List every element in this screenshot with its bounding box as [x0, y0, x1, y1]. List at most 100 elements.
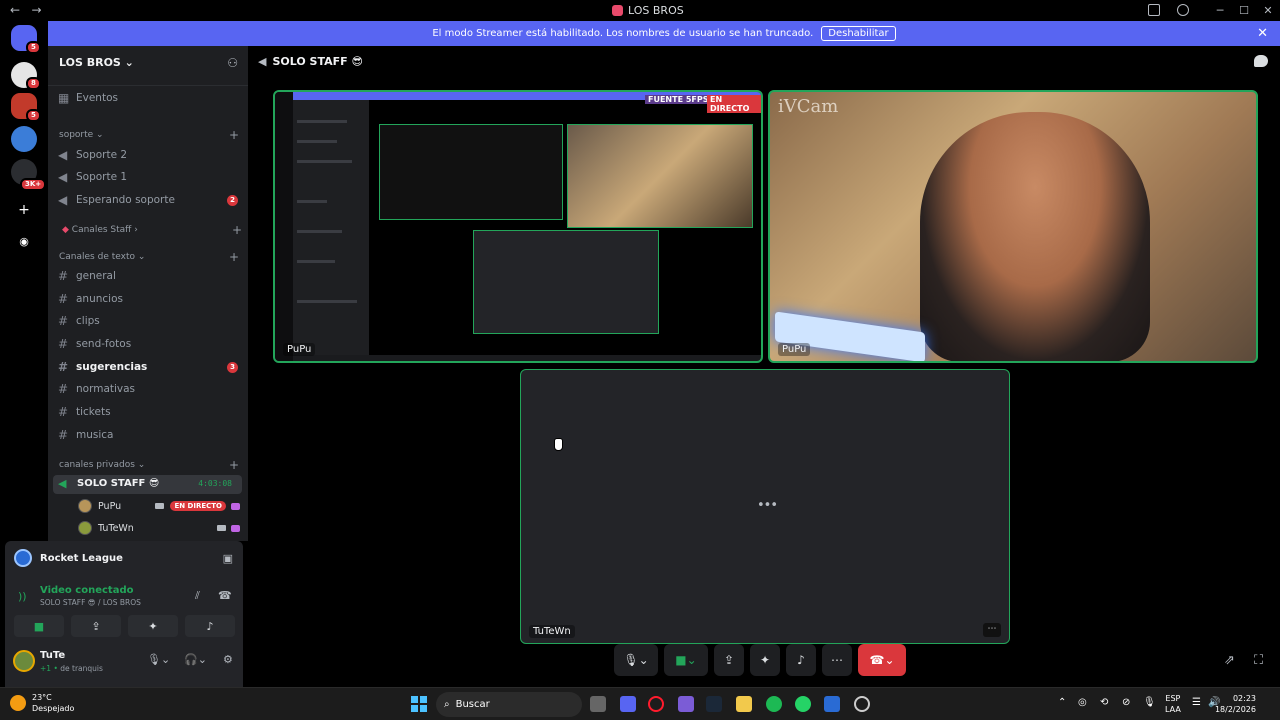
mic-button[interactable]: 🎙 ⌄	[614, 644, 658, 676]
popout-icon[interactable]: ⇗	[1224, 653, 1235, 668]
share-screen-control[interactable]: ⇪	[714, 644, 744, 676]
activities-control[interactable]: ✦	[750, 644, 780, 676]
add-server-icon[interactable]: +	[11, 197, 37, 223]
events-item[interactable]: ▦ Eventos	[58, 89, 244, 107]
text-channel-tickets[interactable]: # tickets	[58, 403, 244, 421]
divider	[48, 85, 248, 86]
text-channel-musica[interactable]: # musica	[58, 426, 244, 444]
camera-tile-pupu[interactable]: iVCam PuPu	[768, 90, 1258, 363]
rocket-league-taskbar-icon[interactable]	[824, 696, 840, 712]
user-name: TuTe	[40, 650, 66, 661]
tray-sync-icon[interactable]: ⟲	[1100, 697, 1108, 708]
channel-label: send-fotos	[76, 338, 132, 350]
avatar	[78, 499, 92, 513]
share-screen-button[interactable]: ⇪	[71, 615, 121, 637]
tray-chevron-icon[interactable]: ⌃	[1058, 697, 1066, 708]
copilot-icon[interactable]	[678, 696, 694, 712]
add-channel-icon[interactable]: +	[229, 128, 239, 142]
tile-username: PuPu	[283, 343, 316, 356]
soundboard-button[interactable]: ♪	[185, 615, 235, 637]
whatsapp-icon[interactable]	[795, 696, 811, 712]
start-button[interactable]	[411, 696, 427, 712]
voice-user-tutewn[interactable]: TuTeWn	[78, 519, 240, 537]
connection-status[interactable]: Video conectado	[40, 585, 133, 596]
voice-user-pupu[interactable]: PuPu EN DIRECTO	[78, 497, 240, 515]
discord-taskbar-icon[interactable]	[620, 696, 636, 712]
language-indicator[interactable]: ESP LAA	[1165, 693, 1181, 715]
headphones-icon[interactable]: 🎧⌄	[184, 653, 207, 666]
guild-name[interactable]: LOS BROS ⌄	[59, 56, 134, 69]
diamond-icon: ◆	[62, 225, 72, 235]
search-icon: ⌕	[444, 699, 450, 710]
fullscreen-icon[interactable]: ⛶	[1254, 653, 1263, 668]
category-soporte[interactable]: soporte ⌄ +	[59, 128, 239, 142]
category-canales-staff[interactable]: ◆ Canales Staff › +	[62, 223, 242, 237]
mini-video-2	[567, 124, 753, 228]
banner-close-icon[interactable]: ✕	[1257, 26, 1268, 41]
camera-button[interactable]: ■ ⌄	[664, 644, 708, 676]
text-channel-general[interactable]: # general	[58, 267, 244, 285]
tray-mic-icon[interactable]: 🎙	[1143, 697, 1156, 708]
chrome-icon[interactable]	[854, 696, 870, 712]
add-channel-icon[interactable]: +	[229, 458, 239, 472]
text-channel-normativas[interactable]: # normativas	[58, 380, 244, 398]
chat-icon[interactable]	[1254, 55, 1268, 67]
text-channel-sugerencias[interactable]: # sugerencias 3	[58, 358, 244, 376]
user-extra: +1 •	[40, 664, 58, 673]
user-area[interactable]: TuTe +1 • de tranquis 🎙⌄ 🎧⌄ ⚙	[13, 647, 238, 679]
add-channel-icon[interactable]: +	[232, 223, 242, 237]
speaker-icon: ◀	[58, 193, 68, 207]
server-icon-3[interactable]	[11, 126, 37, 152]
text-channel-send-fotos[interactable]: # send-fotos	[58, 335, 244, 353]
window-title-text: LOS BROS	[628, 4, 684, 17]
folder-icon[interactable]	[736, 696, 752, 712]
more-control[interactable]: ⋯	[822, 644, 852, 676]
add-channel-icon[interactable]: +	[229, 250, 239, 264]
mic-icon[interactable]: 🎙⌄	[147, 653, 170, 666]
maximize-button[interactable]: ☐	[1232, 0, 1256, 21]
text-channel-anuncios[interactable]: # anuncios	[58, 290, 244, 308]
search-box[interactable]: ⌕ Buscar	[436, 692, 582, 717]
help-icon[interactable]	[1177, 4, 1189, 16]
active-voice-channel[interactable]: ◀ SOLO STAFF 😎 4:03:08	[53, 475, 242, 494]
voice-channel-soporte2[interactable]: ◀ Soporte 2	[58, 146, 244, 164]
task-view-icon[interactable]	[590, 696, 606, 712]
speaker-icon: ◀	[58, 148, 68, 162]
stream-tile-pupu[interactable]: FUENTE 5FPS EN DIRECTO PuPu	[273, 90, 763, 363]
weather-widget[interactable]: 23°C Despejado	[10, 692, 74, 714]
activities-button[interactable]: ✦	[128, 615, 178, 637]
text-channel-clips[interactable]: # clips	[58, 312, 244, 330]
spotify-icon[interactable]	[766, 696, 782, 712]
soundboard-control[interactable]: ♪	[786, 644, 816, 676]
tray-app-icon[interactable]: ◎	[1078, 697, 1087, 708]
inbox-icon[interactable]	[1148, 4, 1160, 16]
nav-arrows[interactable]: ← →	[10, 3, 42, 17]
disconnect-icon[interactable]: ☎	[218, 589, 232, 602]
steam-icon[interactable]	[706, 696, 722, 712]
activity-settings-icon[interactable]: ▣	[223, 552, 233, 565]
category-texto[interactable]: Canales de texto ⌄ +	[59, 250, 239, 264]
category-privados[interactable]: canales privados ⌄ +	[59, 458, 239, 472]
clock[interactable]: 02:23 18/2/2026	[1215, 693, 1256, 715]
discover-icon[interactable]: ◉	[11, 229, 37, 255]
app-icon	[612, 5, 623, 16]
voice-channel-soporte1[interactable]: ◀ Soporte 1	[58, 168, 244, 186]
disable-button[interactable]: Deshabilitar	[821, 26, 896, 41]
person-add-icon[interactable]: ⚇	[227, 56, 238, 70]
voice-channel-esperando[interactable]: ◀ Esperando soporte 2	[58, 191, 244, 209]
category-label: Canales de texto ⌄	[59, 252, 146, 262]
camera-tile-tutewn[interactable]: ••• TuTeWn ⋯	[520, 369, 1010, 644]
share-icon: ⇪	[723, 653, 735, 667]
gear-icon[interactable]: ⚙	[223, 653, 233, 666]
hangup-button[interactable]: ☎ ⌄	[858, 644, 906, 676]
wifi-icon[interactable]: ☰	[1192, 697, 1201, 708]
noise-suppression-icon[interactable]: ⫽	[195, 589, 200, 603]
minimize-button[interactable]: ─	[1208, 0, 1232, 21]
camera-toggle-button[interactable]: ■	[14, 615, 64, 637]
close-button[interactable]: ✕	[1256, 0, 1280, 21]
more-options-button[interactable]: ⋯	[983, 623, 1001, 637]
tray-network-icon[interactable]: ⊘	[1122, 697, 1130, 708]
hash-icon: #	[58, 428, 69, 442]
hash-icon: #	[58, 314, 69, 328]
opera-icon[interactable]	[648, 696, 664, 712]
